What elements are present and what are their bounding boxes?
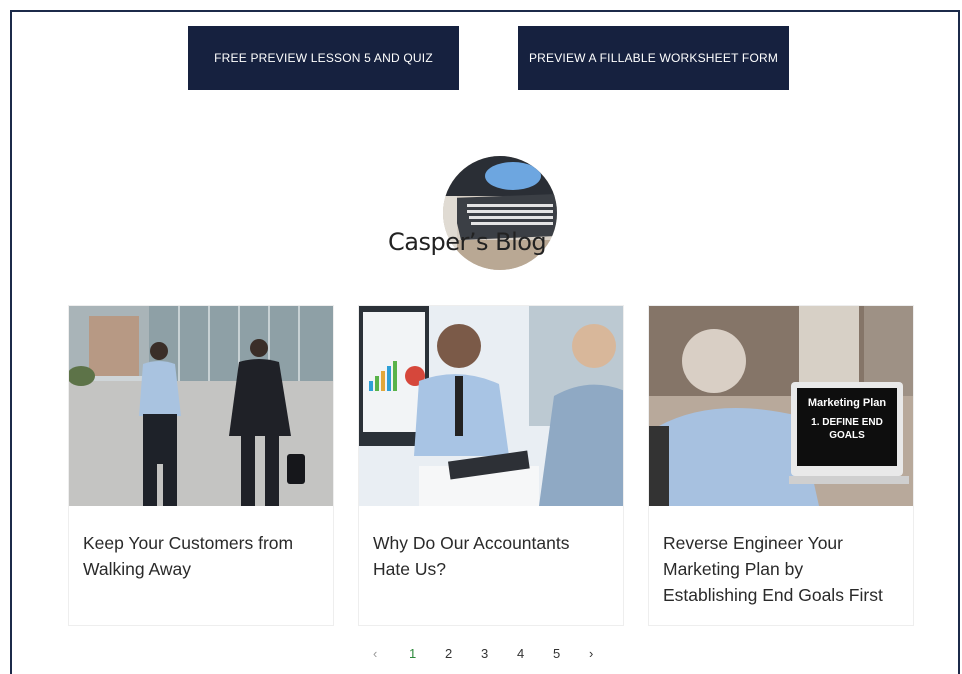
- marketing-plan-text: Marketing Plan: [808, 397, 887, 409]
- page-link-5[interactable]: 5: [553, 646, 589, 661]
- preview-worksheet-button[interactable]: PREVIEW A FILLABLE WORKSHEET FORM: [518, 26, 789, 90]
- marketing-plan-text: GOALS: [829, 430, 865, 441]
- prev-page-arrow[interactable]: ‹: [373, 646, 409, 661]
- blog-post-card[interactable]: Why Do Our Accountants Hate Us?: [358, 305, 624, 626]
- blog-post-card[interactable]: Marketing Plan 1. DEFINE END GOALS Rever…: [648, 305, 914, 626]
- post-title[interactable]: Reverse Engineer Your Marketing Plan by …: [663, 530, 899, 608]
- post-image-walking-businessmen: [69, 306, 333, 506]
- post-image-marketing-plan: Marketing Plan 1. DEFINE END GOALS: [649, 306, 913, 506]
- page-link-2[interactable]: 2: [445, 646, 481, 661]
- blog-title: Casper’s Blog: [388, 228, 547, 256]
- post-image-office-meeting: [359, 306, 623, 506]
- free-preview-lesson-button[interactable]: FREE PREVIEW LESSON 5 AND QUIZ: [188, 26, 459, 90]
- page-link-4[interactable]: 4: [517, 646, 553, 661]
- blog-post-card[interactable]: Keep Your Customers from Walking Away: [68, 305, 334, 626]
- next-page-arrow[interactable]: ›: [589, 646, 625, 661]
- pagination: ‹ 1 2 3 4 5 ›: [373, 646, 625, 661]
- page-link-1[interactable]: 1: [409, 646, 445, 661]
- post-title[interactable]: Keep Your Customers from Walking Away: [83, 530, 319, 582]
- marketing-plan-text: 1. DEFINE END: [811, 417, 883, 428]
- page-link-3[interactable]: 3: [481, 646, 517, 661]
- post-title[interactable]: Why Do Our Accountants Hate Us?: [373, 530, 609, 582]
